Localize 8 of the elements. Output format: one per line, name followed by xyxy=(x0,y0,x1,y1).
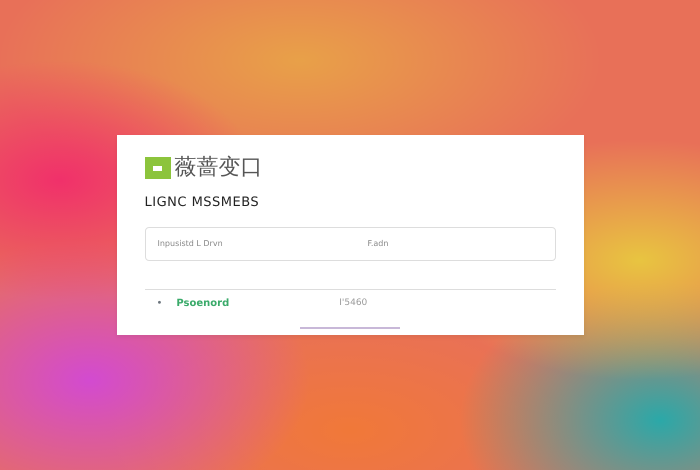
heading: LIGNC MSSMEBS xyxy=(144,194,260,212)
logo-icon xyxy=(144,157,170,179)
password-value: I'5460 xyxy=(339,296,368,310)
input-field[interactable]: Inpusistd L Drvn F.adn xyxy=(144,226,556,262)
password-label: Psoenord xyxy=(176,297,230,312)
bullet: • xyxy=(156,297,162,312)
password-row[interactable]: • Psoenord I'5460 xyxy=(144,289,556,318)
brand-title: 薇蔷变口 xyxy=(174,157,262,179)
